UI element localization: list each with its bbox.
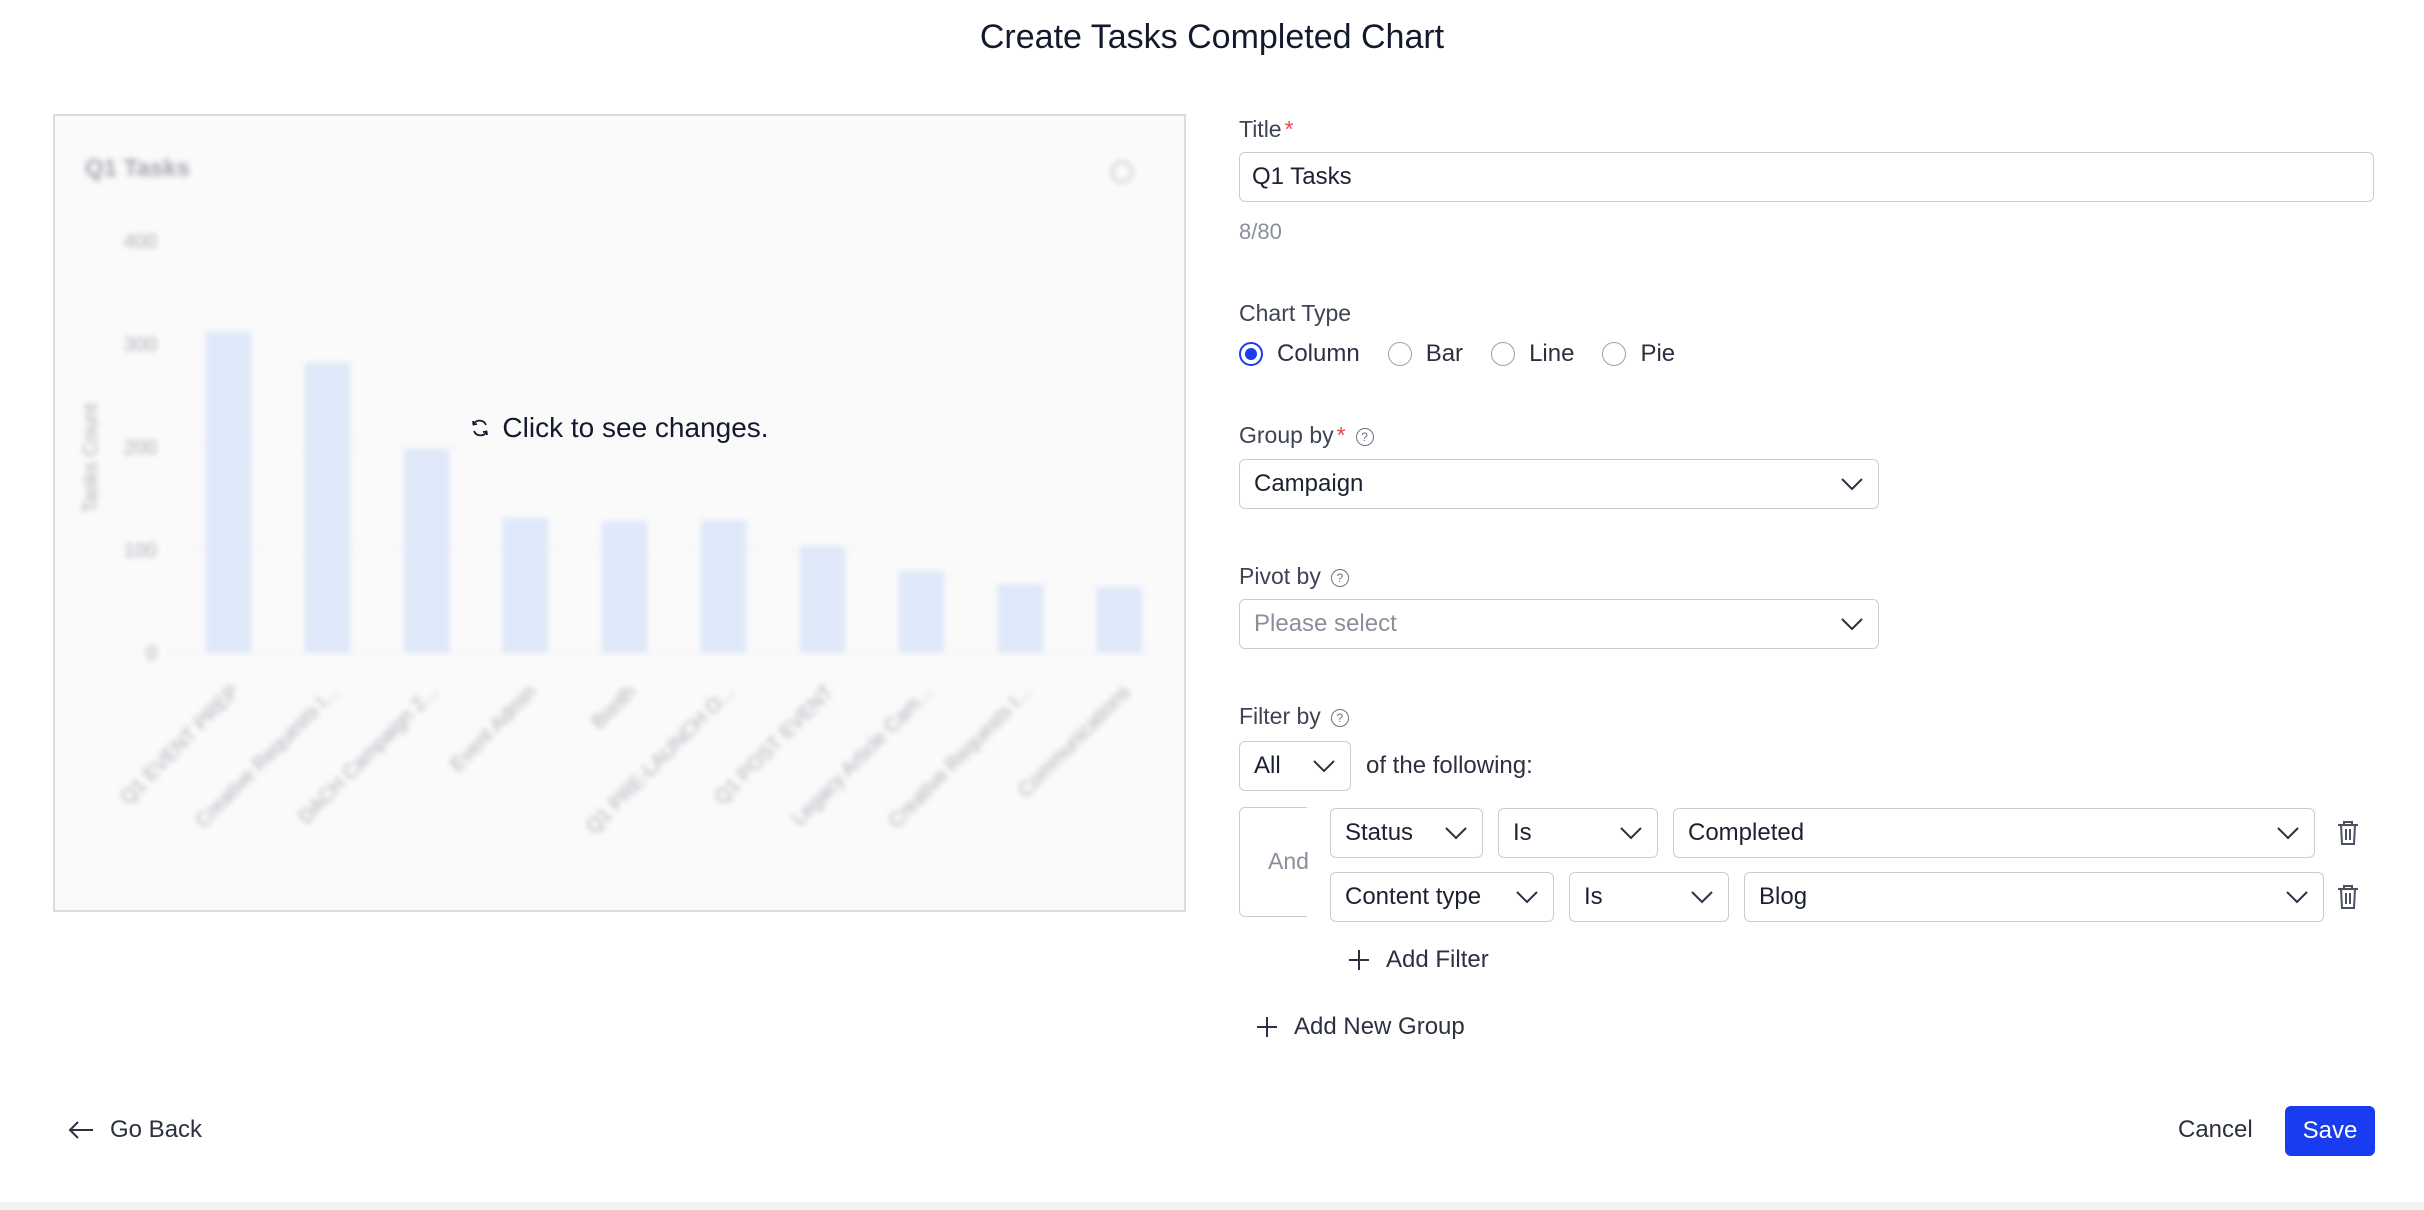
filter-value-text: Blog (1759, 883, 1808, 910)
chevron-down-icon (1841, 618, 1863, 631)
add-group-label: Add New Group (1294, 1013, 1465, 1040)
chevron-down-icon (1445, 827, 1467, 840)
chart-type-column-label: Column (1277, 340, 1360, 367)
title-char-counter: 8/80 (1239, 219, 1282, 244)
footer-divider (0, 1202, 2424, 1210)
chart-type-line[interactable]: Line (1491, 340, 1574, 368)
chart-type-bar[interactable]: Bar (1387, 340, 1464, 368)
filter-operator-select[interactable]: Is (1569, 872, 1729, 922)
chevron-down-icon (2286, 891, 2308, 904)
filter-value-text: Completed (1688, 819, 1805, 846)
trash-icon[interactable] (2336, 884, 2360, 910)
filter-group-operator: And (1268, 848, 1309, 874)
trash-icon[interactable] (2336, 820, 2360, 846)
arrow-left-icon (68, 1121, 93, 1139)
chart-type-label: Chart Type (1239, 300, 1352, 326)
filter-field-value: Status (1345, 819, 1414, 846)
help-icon[interactable]: ? (1355, 428, 1374, 446)
required-marker: * (1336, 422, 1346, 448)
filter-value-select[interactable]: Blog (1744, 872, 2324, 922)
group-by-label: Group by *? (1239, 422, 1374, 449)
chart-type-pie-label: Pie (1640, 340, 1676, 367)
radio-column[interactable] (1239, 342, 1263, 366)
help-icon[interactable]: ? (1330, 709, 1349, 727)
title-input-value: Q1 Tasks (1252, 163, 1352, 190)
filter-field-value: Content type (1345, 883, 1482, 910)
go-back-label: Go Back (110, 1116, 203, 1143)
chart-type-column[interactable]: Column (1239, 340, 1360, 368)
title-input[interactable]: Q1 Tasks (1239, 152, 2374, 202)
add-filter-label: Add Filter (1386, 946, 1489, 973)
filter-value-select[interactable]: Completed (1673, 808, 2315, 858)
filter-operator-select[interactable]: Is (1498, 808, 1658, 858)
radio-bar[interactable] (1387, 342, 1412, 366)
save-button[interactable]: Save (2285, 1106, 2375, 1156)
plus-icon (1349, 950, 1369, 970)
filter-match-suffix: of the following: (1366, 752, 1533, 779)
chevron-down-icon (1313, 760, 1335, 773)
plus-icon (1257, 1017, 1277, 1037)
pivot-by-label: Pivot by? (1239, 563, 1349, 590)
refresh-changes-button[interactable]: Click to see changes. (470, 412, 769, 444)
chevron-down-icon (2277, 827, 2299, 840)
filter-operator-value: Is (1513, 819, 1532, 846)
title-label: Title * (1239, 116, 1294, 142)
radio-line[interactable] (1491, 342, 1516, 366)
filter-field-select[interactable]: Content type (1330, 872, 1554, 922)
page-title: Create Tasks Completed Chart (979, 18, 1445, 56)
chart-type-pie[interactable]: Pie (1602, 340, 1675, 368)
chart-preview[interactable]: Q1 Tasks 400 300 200 100 0 Tasks Count Q1 EVENT… (53, 114, 1186, 912)
go-back-button[interactable]: Go Back (68, 1116, 202, 1144)
chart-type-bar-label: Bar (1425, 340, 1464, 367)
refresh-icon (472, 419, 489, 437)
chart-type-radio-group: Column Bar Line Pie (1239, 340, 1703, 368)
filter-match-value: All (1254, 752, 1281, 779)
required-marker: * (1284, 116, 1294, 142)
cancel-button[interactable]: Cancel (2178, 1116, 2253, 1144)
filter-match-select[interactable]: All (1239, 741, 1351, 791)
filter-by-label: Filter by? (1239, 703, 1349, 730)
pivot-by-select[interactable]: Please select (1239, 599, 1879, 649)
chevron-down-icon (1620, 827, 1642, 840)
chevron-down-icon (1516, 891, 1538, 904)
add-group-button[interactable]: Add New Group (1256, 1013, 1465, 1041)
radio-pie[interactable] (1602, 342, 1627, 366)
preview-overlay[interactable]: Click to see changes. (55, 116, 1184, 910)
help-icon[interactable]: ? (1330, 569, 1349, 587)
group-by-value: Campaign (1254, 470, 1364, 497)
filter-operator-value: Is (1584, 883, 1603, 910)
refresh-changes-label: Click to see changes. (502, 412, 769, 443)
group-by-select[interactable]: Campaign (1239, 459, 1879, 509)
pivot-by-placeholder: Please select (1254, 610, 1397, 637)
chevron-down-icon (1841, 478, 1863, 491)
add-filter-button[interactable]: Add Filter (1348, 946, 1489, 974)
chart-type-line-label: Line (1529, 340, 1575, 367)
filter-field-select[interactable]: Status (1330, 808, 1483, 858)
chevron-down-icon (1691, 891, 1713, 904)
